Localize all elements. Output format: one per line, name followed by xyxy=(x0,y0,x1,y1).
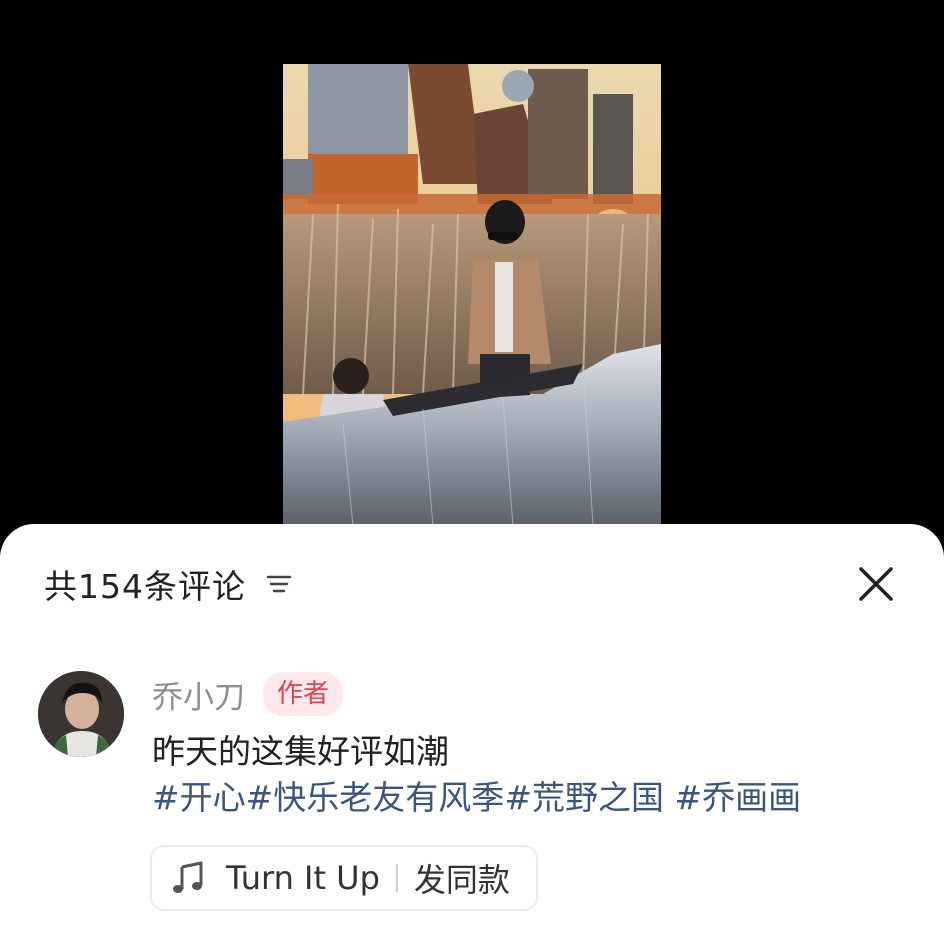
comment-count-title: 共154条评论 xyxy=(44,567,246,606)
comments-header: 共154条评论 xyxy=(44,564,292,606)
music-note-icon xyxy=(168,858,208,898)
comment-body: 乔小刀 作者 昨天的这集好评如潮 #开心#快乐老友有风季#荒野之国 #乔画画 xyxy=(152,671,912,821)
hashtag-list: #开心#快乐老友有风季#荒野之国 #乔画画 xyxy=(152,775,912,821)
music-title: Turn It Up xyxy=(226,859,380,897)
avatar[interactable] xyxy=(38,671,124,757)
author-badge: 作者 xyxy=(263,672,344,716)
use-sound-button[interactable]: 发同款 xyxy=(414,855,510,901)
hashtag[interactable]: #乔画画 xyxy=(674,778,801,817)
comments-sheet: 共154条评论 乔小刀 作者 昨天的这集好评如潮 #开心#快乐老友有风季#荒野之… xyxy=(0,524,944,928)
hashtag[interactable]: #开心 xyxy=(152,778,246,817)
video-frame-image[interactable] xyxy=(283,64,661,526)
hashtag[interactable]: #快乐老友有风季 xyxy=(246,778,505,817)
music-chip[interactable]: Turn It Up 发同款 xyxy=(150,845,538,911)
hashtag[interactable]: #荒野之国 xyxy=(504,778,664,817)
sort-lines-icon[interactable] xyxy=(266,571,292,597)
chip-divider xyxy=(395,864,398,892)
comment-text: 昨天的这集好评如潮 xyxy=(152,732,449,771)
author-name[interactable]: 乔小刀 xyxy=(152,672,245,717)
close-x-icon xyxy=(859,567,893,601)
author-row: 乔小刀 作者 xyxy=(152,671,912,717)
close-button[interactable] xyxy=(856,564,896,604)
